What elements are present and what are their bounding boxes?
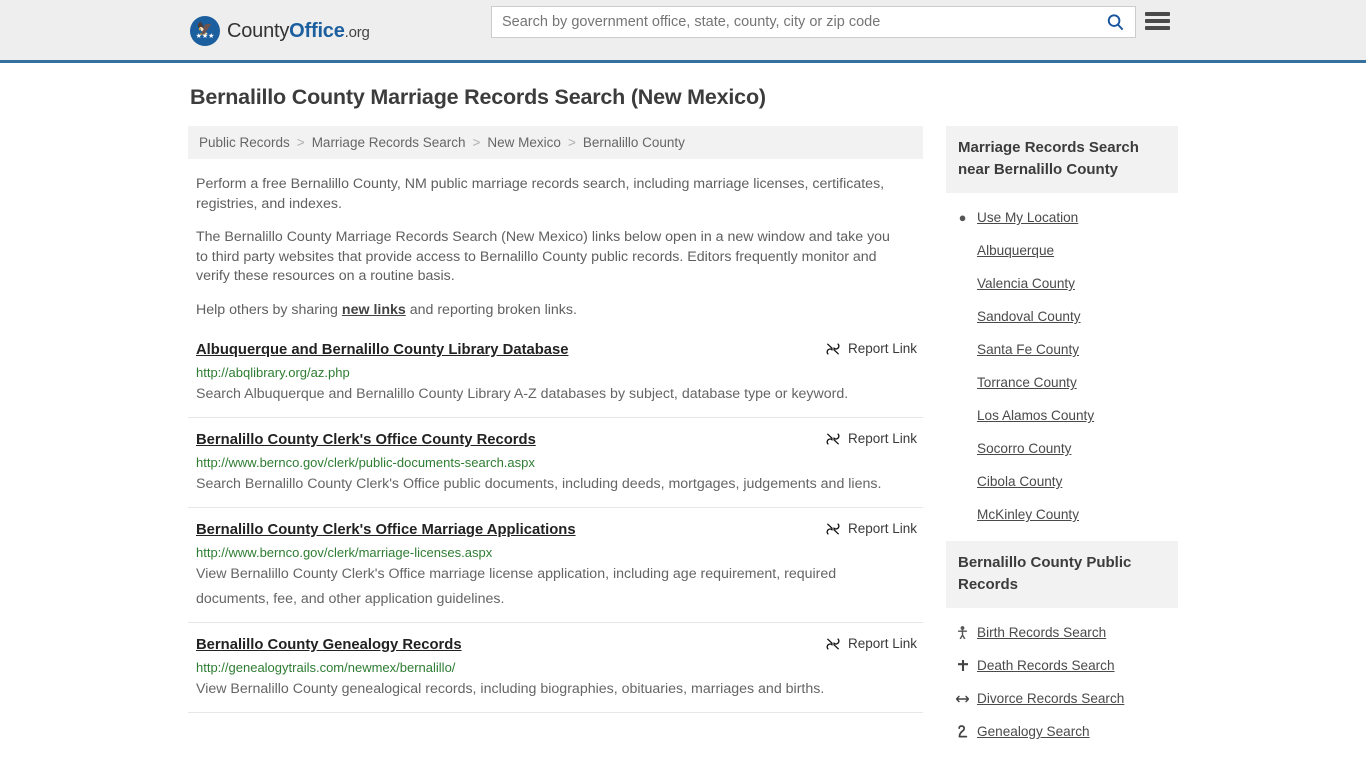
sidebar-item-cibola-county[interactable]: Cibola County bbox=[946, 465, 1178, 498]
broken-link-icon bbox=[826, 432, 840, 445]
result-description: View Bernalillo County Clerk's Office ma… bbox=[196, 566, 837, 607]
sidebar-link-label[interactable]: Los Alamos County bbox=[977, 408, 1094, 423]
search-icon bbox=[1107, 13, 1123, 30]
breadcrumb-item-new-mexico[interactable]: New Mexico bbox=[487, 135, 561, 150]
sidebar: Marriage Records Search near Bernalillo … bbox=[946, 126, 1178, 758]
breadcrumb-item-bernalillo-county: Bernalillo County bbox=[582, 135, 685, 150]
report-link-button[interactable]: Report Link bbox=[826, 635, 917, 651]
intro-paragraph-3-post: and reporting broken links. bbox=[405, 301, 577, 318]
breadcrumb-item-public-records[interactable]: Public Records bbox=[199, 135, 290, 150]
logo-wordmark: CountyOffice.org bbox=[227, 20, 370, 43]
breadcrumb-separator: > bbox=[567, 135, 576, 150]
sidebar-section-nearby: Marriage Records Search near Bernalillo … bbox=[946, 126, 1178, 531]
sidebar-link-label[interactable]: Divorce Records Search bbox=[977, 691, 1124, 706]
intro-paragraph-3-pre: Help others by sharing bbox=[196, 301, 342, 318]
result-title-link[interactable]: Bernalillo County Clerk's Office Marriag… bbox=[196, 520, 576, 540]
result-description: Search Bernalillo County Clerk's Office … bbox=[196, 476, 882, 492]
result-url: http://abqlibrary.org/az.php bbox=[196, 365, 350, 380]
sidebar-link-label[interactable]: Cibola County bbox=[977, 474, 1062, 489]
result-url: http://www.bernco.gov/clerk/public-docum… bbox=[196, 455, 535, 470]
report-link-label: Report Link bbox=[847, 431, 917, 446]
sidebar-item-santa-fe-county[interactable]: Santa Fe County bbox=[946, 333, 1178, 366]
sidebar-link-label[interactable]: Albuquerque bbox=[977, 243, 1054, 258]
results-list: Albuquerque and Bernalillo County Librar… bbox=[188, 340, 923, 713]
intro-paragraph-2: The Bernalillo County Marriage Records S… bbox=[196, 229, 890, 284]
baby-icon bbox=[956, 626, 969, 639]
result-url: http://www.bernco.gov/clerk/marriage-lic… bbox=[196, 545, 493, 560]
result-title-link[interactable]: Bernalillo County Genealogy Records bbox=[196, 635, 462, 655]
result-description: Search Albuquerque and Bernalillo County… bbox=[196, 386, 849, 402]
sidebar-item-torrance-county[interactable]: Torrance County bbox=[946, 366, 1178, 399]
sidebar-section-public-records: Bernalillo County Public Records Birth R… bbox=[946, 541, 1178, 748]
logo-text-office: Office bbox=[289, 19, 345, 42]
site-logo[interactable]: 🦅 ★★★ CountyOffice.org bbox=[190, 16, 370, 46]
hamburger-menu-icon[interactable] bbox=[1145, 10, 1170, 32]
sidebar-nearby-heading: Marriage Records Search near Bernalillo … bbox=[946, 126, 1178, 193]
sidebar-link-label[interactable]: Valencia County bbox=[977, 276, 1075, 291]
cross-icon bbox=[956, 659, 969, 672]
result-url: http://genealogytrails.com/newmex/bernal… bbox=[196, 660, 456, 675]
result-description: View Bernalillo County genealogical reco… bbox=[196, 681, 825, 697]
search-button[interactable] bbox=[1095, 7, 1135, 37]
sidebar-item-albuquerque[interactable]: Albuquerque bbox=[946, 234, 1178, 267]
search-bar bbox=[491, 6, 1136, 38]
page-container: Bernalillo County Marriage Records Searc… bbox=[188, 63, 1178, 758]
sidebar-item-valencia-county[interactable]: Valencia County bbox=[946, 267, 1178, 300]
report-link-button[interactable]: Report Link bbox=[826, 340, 917, 356]
intro-paragraph-3: Help others by sharing new links and rep… bbox=[196, 301, 896, 321]
intro-paragraph-1: Perform a free Bernalillo County, NM pub… bbox=[196, 176, 885, 212]
left-right-arrow-icon bbox=[956, 694, 969, 704]
sidebar-link-label[interactable]: Sandoval County bbox=[977, 309, 1081, 324]
sidebar-item-genealogy-search[interactable]: Genealogy Search bbox=[946, 715, 1178, 748]
sidebar-link-label[interactable]: Santa Fe County bbox=[977, 342, 1079, 357]
sidebar-link-label[interactable]: Torrance County bbox=[977, 375, 1077, 390]
sidebar-item-use-my-location[interactable]: ●︎ Use My Location bbox=[946, 201, 1178, 234]
map-pin-icon: ●︎ bbox=[958, 210, 967, 225]
broken-link-icon bbox=[826, 522, 840, 535]
site-header: 🦅 ★★★ CountyOffice.org bbox=[0, 0, 1366, 63]
report-link-label: Report Link bbox=[847, 636, 917, 651]
logo-text-county: County bbox=[227, 19, 290, 42]
sidebar-public-records-heading: Bernalillo County Public Records bbox=[946, 541, 1178, 608]
sidebar-item-divorce-records-search[interactable]: Divorce Records Search bbox=[946, 682, 1178, 715]
broken-link-icon bbox=[826, 637, 840, 650]
search-input[interactable] bbox=[492, 7, 1095, 37]
report-link-button[interactable]: Report Link bbox=[826, 520, 917, 536]
sidebar-link-label[interactable]: Genealogy Search bbox=[977, 724, 1090, 739]
breadcrumb-separator: > bbox=[296, 135, 305, 150]
breadcrumb-item-marriage-records-search[interactable]: Marriage Records Search bbox=[312, 135, 466, 150]
breadcrumb-separator: > bbox=[472, 135, 481, 150]
result-title-link[interactable]: Bernalillo County Clerk's Office County … bbox=[196, 430, 536, 450]
eagle-seal-icon: 🦅 ★★★ bbox=[190, 16, 220, 46]
report-link-button[interactable]: Report Link bbox=[826, 430, 917, 446]
sidebar-link-label[interactable]: Use My Location bbox=[977, 210, 1078, 225]
sidebar-item-death-records-search[interactable]: Death Records Search bbox=[946, 649, 1178, 682]
broken-link-icon bbox=[826, 342, 840, 355]
sidebar-item-socorro-county[interactable]: Socorro County bbox=[946, 432, 1178, 465]
result-item: Bernalillo County Clerk's Office County … bbox=[188, 430, 923, 508]
sidebar-link-label[interactable]: Socorro County bbox=[977, 441, 1071, 456]
sidebar-link-label[interactable]: McKinley County bbox=[977, 507, 1079, 522]
report-link-label: Report Link bbox=[847, 341, 917, 356]
result-item: Bernalillo County Genealogy Records Repo… bbox=[188, 635, 923, 713]
logo-text-org: .org bbox=[344, 23, 370, 41]
result-item: Albuquerque and Bernalillo County Librar… bbox=[188, 340, 923, 418]
new-links-link[interactable]: new links bbox=[342, 302, 406, 318]
breadcrumb: Public Records > Marriage Records Search… bbox=[188, 126, 923, 159]
result-item: Bernalillo County Clerk's Office Marriag… bbox=[188, 520, 923, 623]
report-link-label: Report Link bbox=[847, 521, 917, 536]
sidebar-item-sandoval-county[interactable]: Sandoval County bbox=[946, 300, 1178, 333]
family-tree-icon bbox=[956, 725, 969, 738]
page-title: Bernalillo County Marriage Records Searc… bbox=[190, 85, 766, 109]
sidebar-link-label[interactable]: Birth Records Search bbox=[977, 625, 1106, 640]
sidebar-link-label[interactable]: Death Records Search bbox=[977, 658, 1115, 673]
sidebar-item-los-alamos-county[interactable]: Los Alamos County bbox=[946, 399, 1178, 432]
intro-text: Perform a free Bernalillo County, NM pub… bbox=[188, 175, 923, 320]
sidebar-item-birth-records-search[interactable]: Birth Records Search bbox=[946, 616, 1178, 649]
result-title-link[interactable]: Albuquerque and Bernalillo County Librar… bbox=[196, 340, 568, 360]
main-content: Public Records > Marriage Records Search… bbox=[188, 126, 923, 725]
sidebar-item-mckinley-county[interactable]: McKinley County bbox=[946, 498, 1178, 531]
